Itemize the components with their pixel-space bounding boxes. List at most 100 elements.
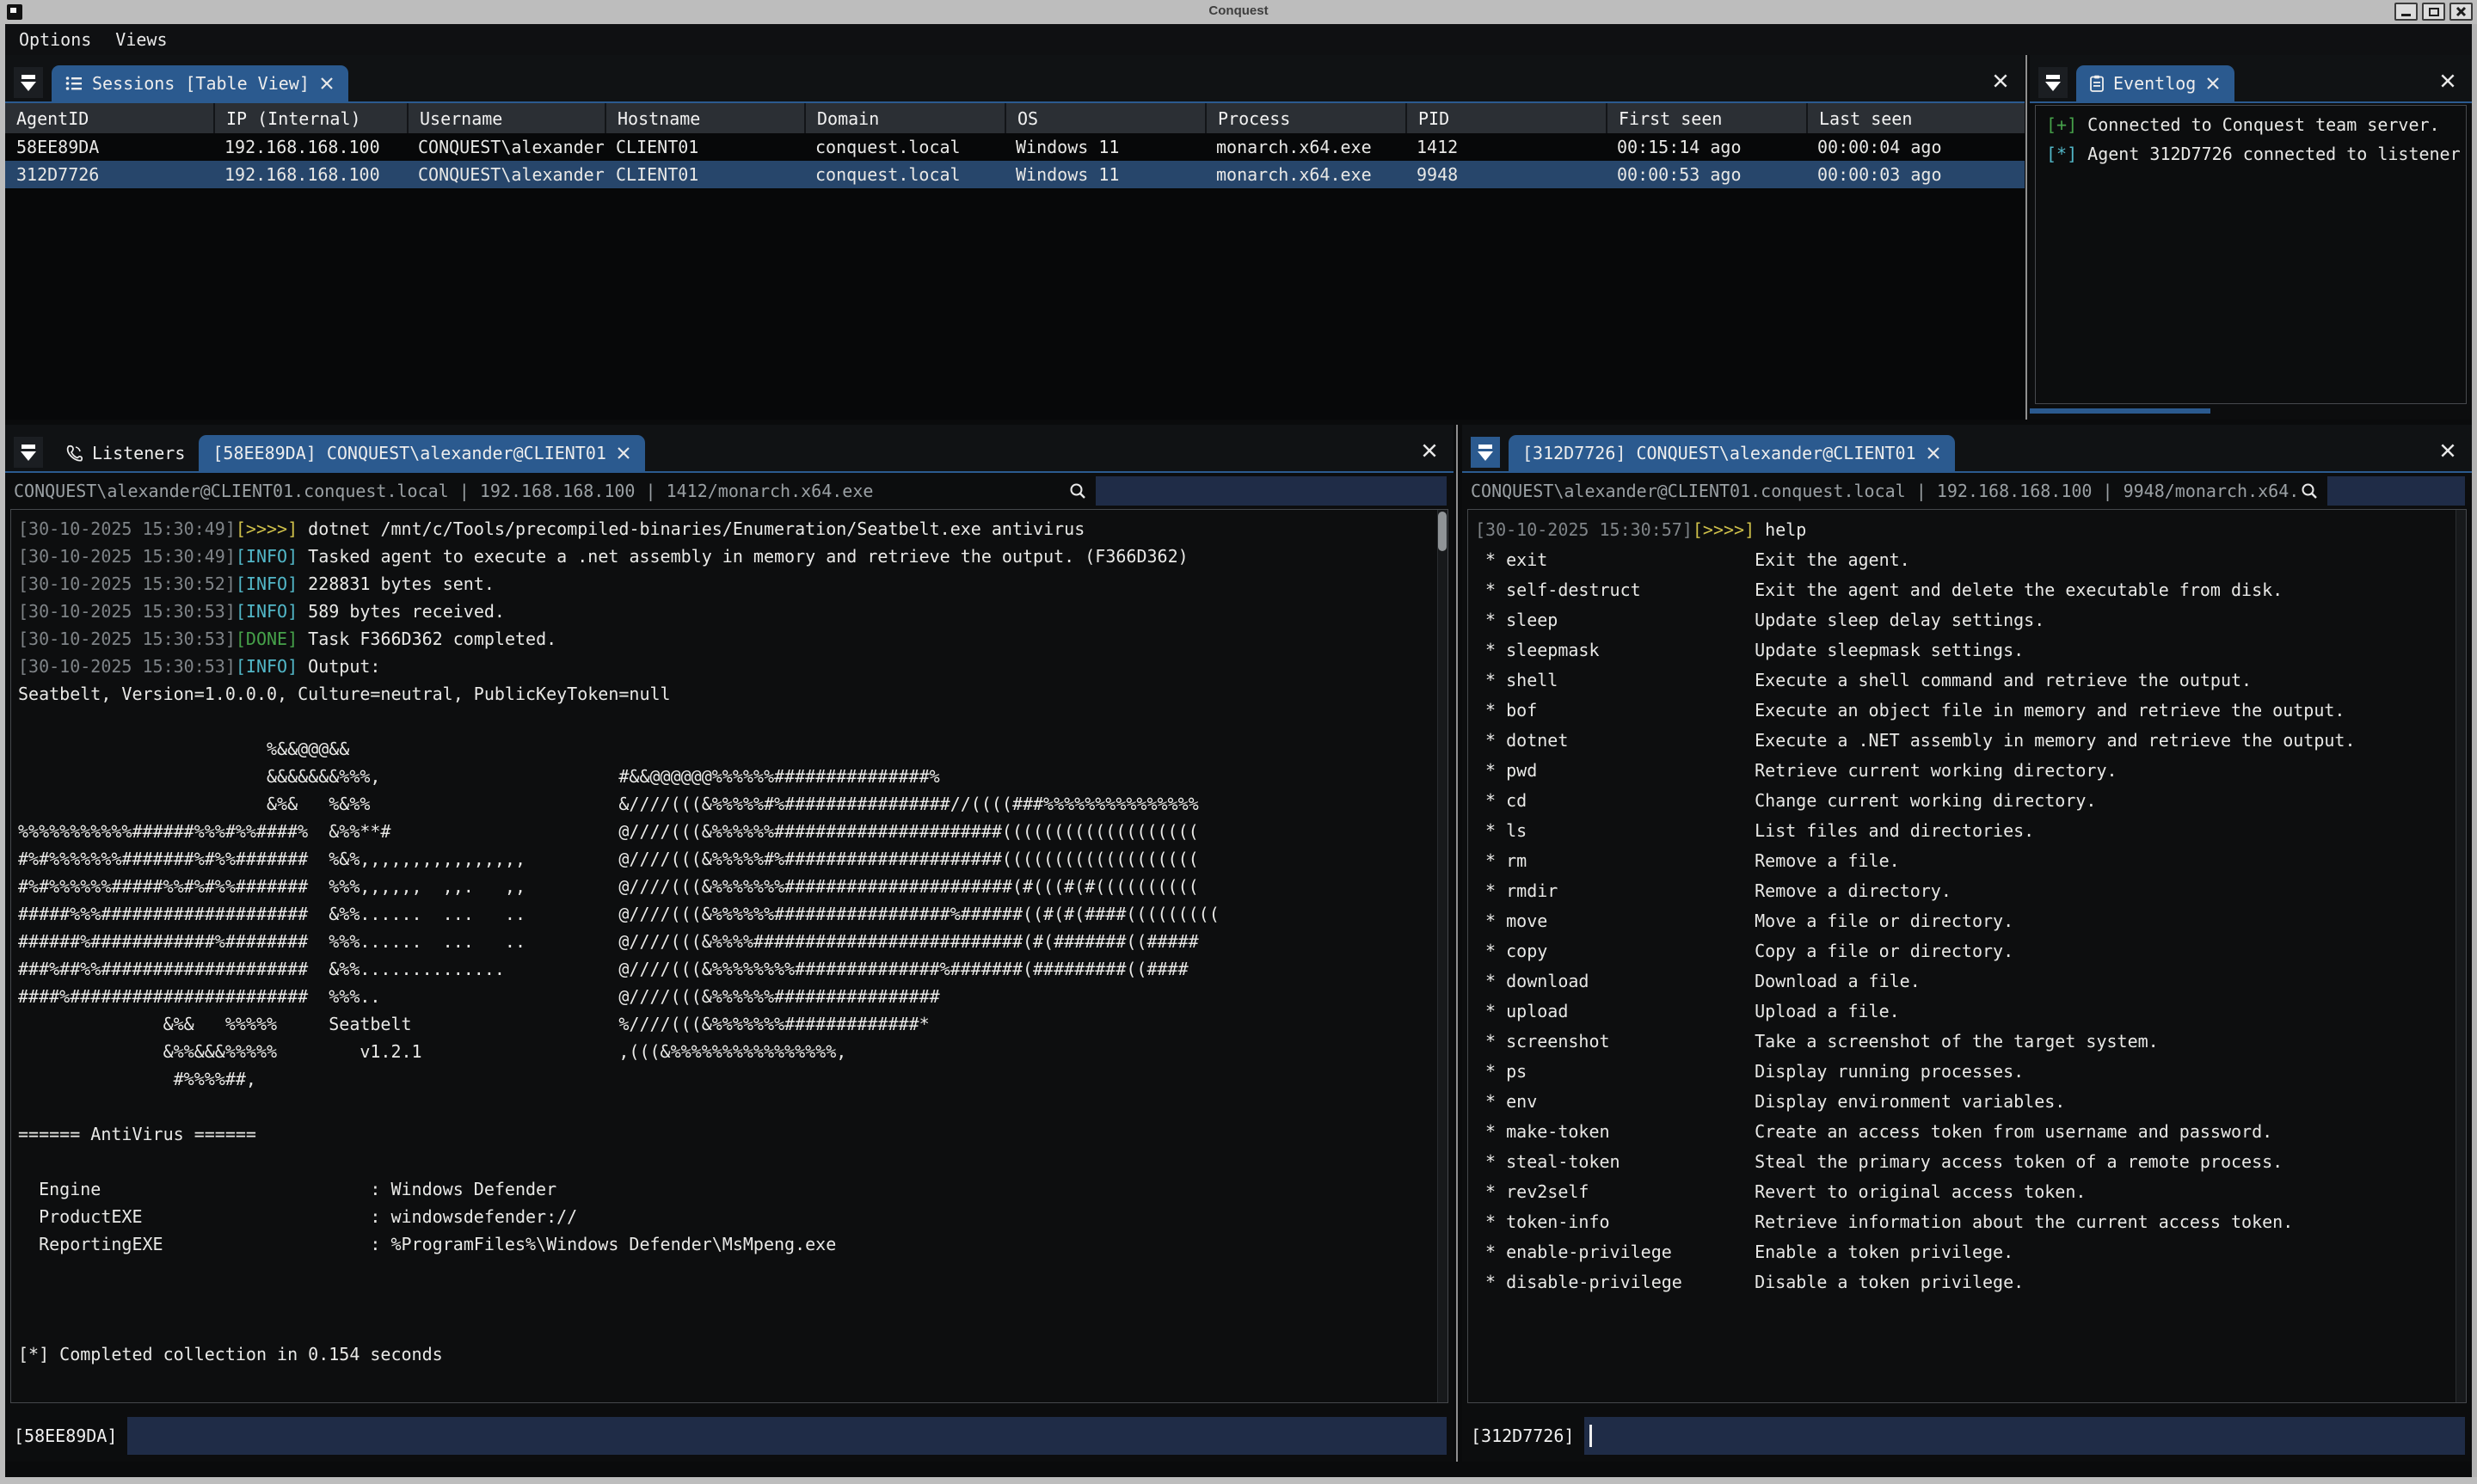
- cell: 00:00:53 ago: [1606, 164, 1806, 185]
- search-input[interactable]: [2327, 476, 2465, 506]
- maximize-icon: [2429, 8, 2439, 16]
- clipboard-icon: [2090, 75, 2104, 92]
- cell: 00:00:03 ago: [1806, 164, 2025, 185]
- tab-label: [58EE89DA] CONQUEST\alexander@CLIENT01: [212, 443, 606, 463]
- console-panel-header: [312D7726] CONQUEST\alexander@CLIENT01: [1462, 425, 2472, 473]
- column-header[interactable]: OS: [1005, 103, 1205, 133]
- event-tag: [+]: [2046, 114, 2077, 135]
- console-output-box: [30-10-2025 15:30:57][>>>>] help * exit …: [1467, 509, 2467, 1403]
- eventlog-panel-close-button[interactable]: [2439, 72, 2456, 89]
- tab-label: [312D7726] CONQUEST\alexander@CLIENT01: [1522, 443, 1916, 463]
- agent-status-bar: CONQUEST\alexander@CLIENT01.conquest.loc…: [1471, 475, 2465, 507]
- cell: CONQUEST\alexander: [407, 137, 605, 157]
- panel-dropdown-button[interactable]: [1471, 437, 1500, 468]
- cell: Windows 11: [1005, 137, 1205, 157]
- tab-session-58EE89DA[interactable]: [58EE89DA] CONQUEST\alexander@CLIENT01: [199, 435, 645, 471]
- close-icon: [1992, 72, 2009, 89]
- search-icon: [2300, 481, 2319, 500]
- column-header[interactable]: Process: [1205, 103, 1405, 133]
- tab-label: Listeners: [92, 443, 185, 463]
- cell: CLIENT01: [605, 164, 804, 185]
- column-header[interactable]: Last seen: [1806, 103, 2025, 133]
- search-input[interactable]: [1096, 476, 1447, 506]
- panel-dropdown-button[interactable]: [2038, 67, 2068, 98]
- session-row[interactable]: 58EE89DA192.168.168.100CONQUEST\alexande…: [5, 133, 2025, 161]
- window-border: [2472, 24, 2477, 1484]
- command-prompt-row: [312D7726]: [1471, 1417, 2465, 1455]
- command-prompt-row: [58EE89DA]: [14, 1417, 1447, 1455]
- tab-listeners[interactable]: Listeners: [52, 435, 199, 471]
- eventlog-hscrollbar-thumb[interactable]: [2030, 408, 2210, 414]
- vertical-splitter[interactable]: [2025, 55, 2027, 420]
- column-header[interactable]: IP (Internal): [213, 103, 407, 133]
- tab-close-icon[interactable]: [616, 445, 631, 461]
- text-cursor: [1589, 1425, 1592, 1447]
- sessions-panel-close-button[interactable]: [1992, 72, 2009, 89]
- tab-close-icon[interactable]: [319, 76, 335, 91]
- minimize-button[interactable]: [2394, 3, 2418, 21]
- panel-dropdown-button[interactable]: [14, 67, 43, 98]
- console-panel-close-button[interactable]: [1421, 442, 1438, 459]
- agent-context-text: CONQUEST\alexander@CLIENT01.conquest.loc…: [14, 481, 1068, 501]
- window-border: [0, 24, 5, 1484]
- menu-options[interactable]: Options: [19, 29, 91, 50]
- close-icon: [1421, 442, 1438, 459]
- column-header[interactable]: Domain: [804, 103, 1005, 133]
- session-row[interactable]: 312D7726192.168.168.100CONQUEST\alexande…: [5, 161, 2025, 188]
- scrollbar-track[interactable]: [2455, 510, 2466, 1402]
- cell: 1412: [1405, 137, 1606, 157]
- command-input[interactable]: [1584, 1417, 2465, 1455]
- close-icon: [2439, 72, 2456, 89]
- cell: 00:00:04 ago: [1806, 137, 2025, 157]
- dropdown-icon: [1478, 445, 1492, 449]
- list-icon: [65, 76, 83, 91]
- dropdown-icon: [2046, 75, 2060, 79]
- cell: 192.168.168.100: [213, 164, 407, 185]
- cell: monarch.x64.exe: [1205, 137, 1405, 157]
- cell: conquest.local: [804, 164, 1005, 185]
- sessions-panel: Sessions [Table View] AgentIDIP (Interna…: [5, 55, 2025, 420]
- column-header[interactable]: PID: [1405, 103, 1606, 133]
- vertical-splitter[interactable]: [1456, 425, 1458, 1462]
- minimize-icon: [2401, 14, 2411, 16]
- column-header[interactable]: Hostname: [605, 103, 804, 133]
- prompt-label: [58EE89DA]: [14, 1426, 117, 1446]
- command-input[interactable]: [127, 1417, 1447, 1455]
- eventlog-panel-header: Eventlog: [2030, 55, 2472, 103]
- sessions-panel-header: Sessions [Table View]: [5, 55, 2025, 103]
- cell: 9948: [1405, 164, 1606, 185]
- tab-session-312D7726[interactable]: [312D7726] CONQUEST\alexander@CLIENT01: [1509, 435, 1955, 471]
- tab-label: Sessions [Table View]: [92, 73, 310, 94]
- cell: 312D7726: [5, 164, 213, 185]
- column-header[interactable]: First seen: [1606, 103, 1806, 133]
- column-header[interactable]: AgentID: [5, 103, 213, 133]
- cell: CLIENT01: [605, 137, 804, 157]
- search-icon: [1068, 481, 1087, 500]
- tab-close-icon[interactable]: [1926, 445, 1941, 461]
- sessions-table-rows: 58EE89DA192.168.168.100CONQUEST\alexande…: [5, 133, 2025, 188]
- close-icon: [2439, 442, 2456, 459]
- cell: conquest.local: [804, 137, 1005, 157]
- listeners-icon: [65, 445, 83, 462]
- scrollbar-thumb[interactable]: [1438, 512, 1447, 551]
- agent-console-312D7726-panel: [312D7726] CONQUEST\alexander@CLIENT01 C…: [1462, 425, 2472, 1462]
- agent-context-text: CONQUEST\alexander@CLIENT01.conquest.loc…: [1471, 481, 2300, 501]
- menu-views[interactable]: Views: [115, 29, 167, 50]
- titlebar: Conquest: [0, 0, 2477, 24]
- agent-console-58EE89DA-panel: Listeners [58EE89DA] CONQUEST\alexander@…: [5, 425, 1454, 1462]
- eventlog-output: [+] Connected to Conquest team server. […: [2035, 105, 2467, 404]
- column-header[interactable]: Username: [407, 103, 605, 133]
- panel-dropdown-button[interactable]: [14, 437, 43, 468]
- window-border: [0, 1477, 2477, 1484]
- sessions-table-body: [5, 188, 2025, 420]
- event-tag: [*]: [2046, 144, 2077, 164]
- maximize-button[interactable]: [2422, 3, 2445, 21]
- console-panel-close-button[interactable]: [2439, 442, 2456, 459]
- tab-sessions-table-view[interactable]: Sessions [Table View]: [52, 65, 348, 101]
- tab-close-icon[interactable]: [2205, 76, 2221, 91]
- cell: monarch.x64.exe: [1205, 164, 1405, 185]
- tab-eventlog[interactable]: Eventlog: [2076, 65, 2234, 101]
- scrollbar-track[interactable]: [1437, 510, 1447, 1402]
- close-window-button[interactable]: [2449, 3, 2473, 21]
- console-output-box: [30-10-2025 15:30:49][>>>>] dotnet /mnt/…: [10, 509, 1448, 1403]
